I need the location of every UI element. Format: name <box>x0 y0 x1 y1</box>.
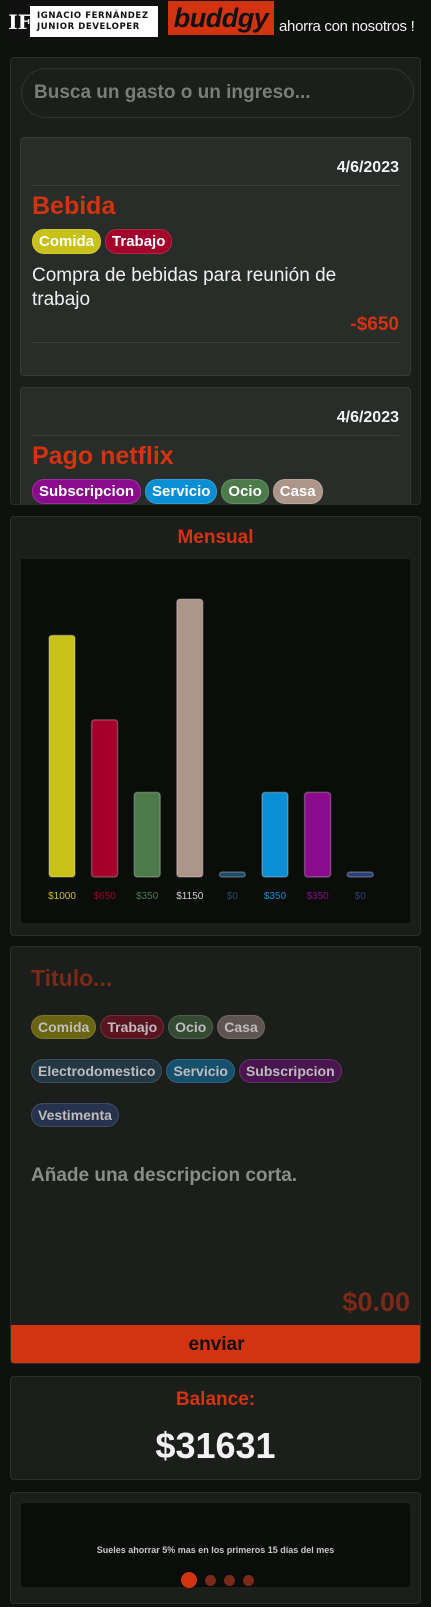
bar-servicio[interactable] <box>261 791 289 878</box>
carousel-dot[interactable] <box>224 1574 235 1586</box>
transaction-tags: Subscripcion Servicio Ocio Casa <box>32 479 399 504</box>
carousel-dot[interactable] <box>205 1574 216 1586</box>
search-placeholder: Busca un gasto o un ingreso... <box>34 82 311 103</box>
bar-value-label: $1000 <box>48 891 76 902</box>
developer-logo[interactable]: IF IGNACIO FERNÁNDEZ JUNIOR DEVELOPER <box>8 6 158 37</box>
bar-value-label: $350 <box>306 891 329 902</box>
logo-mark: IF <box>8 6 32 37</box>
bar-value-label: $0 <box>355 891 367 902</box>
bar-value-label: $1150 <box>176 891 204 902</box>
bar-trabajo[interactable] <box>90 719 119 878</box>
bar-value-label: $350 <box>136 891 159 902</box>
transaction-card[interactable]: 4/6/2023 Pago netflix Subscripcion Servi… <box>20 387 411 504</box>
tag-selector: Comida Trabajo Ocio Casa Electrodomestic… <box>31 1015 401 1147</box>
tag-option-comida[interactable]: Comida <box>31 1015 97 1039</box>
amount-input[interactable]: $0.00 <box>342 1287 410 1318</box>
tag-option-trabajo[interactable]: Trabajo <box>100 1015 165 1039</box>
bar-vestimenta[interactable] <box>346 871 374 878</box>
transaction-date: 4/6/2023 <box>32 388 399 436</box>
transaction-amount: -$650 <box>32 314 399 343</box>
brand-tagline: ahorra con nosotros ! <box>279 18 415 35</box>
transaction-date: 4/6/2023 <box>32 138 399 186</box>
bar-value-label: $350 <box>264 891 287 902</box>
tip-text: Sueles ahorrar 5% mas en los primeros 15… <box>96 1545 335 1555</box>
logo-role: JUNIOR DEVELOPER <box>37 21 140 32</box>
tag-ocio[interactable]: Ocio <box>221 479 269 504</box>
bar-subscripcion[interactable] <box>303 791 332 878</box>
transaction-card[interactable]: 4/6/2023 Bebida Comida Trabajo Compra de… <box>20 137 411 376</box>
balance-value: $31631 <box>155 1425 276 1466</box>
tag-option-servicio[interactable]: Servicio <box>166 1059 235 1083</box>
balance-label: Balance: <box>175 1389 256 1410</box>
tag-row: Comida Trabajo Ocio Casa <box>31 1015 401 1039</box>
tag-casa[interactable]: Casa <box>272 479 323 504</box>
tag-option-ocio[interactable]: Ocio <box>168 1015 214 1039</box>
bar-value-label: $650 <box>93 891 116 902</box>
tip-slide[interactable]: Sueles ahorrar 5% mas en los primeros 15… <box>21 1503 410 1588</box>
search-input[interactable]: Busca un gasto o un ingreso... <box>21 68 414 118</box>
carousel-dots <box>181 1572 254 1588</box>
description-input[interactable]: Añade una descripcion corta. <box>31 1165 297 1187</box>
tag-comida[interactable]: Comida <box>32 229 102 254</box>
tag-option-casa[interactable]: Casa <box>217 1015 265 1039</box>
app-page: IF IGNACIO FERNÁNDEZ JUNIOR DEVELOPER bu… <box>0 0 431 1607</box>
carousel-dot[interactable] <box>243 1574 254 1586</box>
app-header: IF IGNACIO FERNÁNDEZ JUNIOR DEVELOPER bu… <box>0 0 431 48</box>
title-input[interactable]: Titulo... <box>31 965 112 992</box>
tag-row: Electrodomestico Servicio Subscripcion <box>31 1059 401 1083</box>
tag-option-subscripcion[interactable]: Subscripcion <box>238 1059 342 1083</box>
tag-option-vestimenta[interactable]: Vestimenta <box>31 1103 119 1127</box>
brand-logo[interactable]: buddgy <box>168 1 274 35</box>
new-entry-form: Titulo... Comida Trabajo Ocio Casa Elect… <box>10 946 421 1364</box>
transaction-title: Bebida <box>32 192 116 220</box>
bar-electrodomestico[interactable] <box>218 871 247 878</box>
bar-value-label: $0 <box>227 891 239 902</box>
logo-text: IGNACIO FERNÁNDEZ JUNIOR DEVELOPER <box>32 11 149 33</box>
bar-comida[interactable] <box>48 634 76 878</box>
monthly-chart-panel: Mensual $1000 $650 $350 $1150 $0 $350 $350 $0 <box>10 516 421 936</box>
submit-button[interactable]: enviar <box>11 1325 420 1363</box>
chart-title: Mensual <box>177 527 254 548</box>
tag-servicio[interactable]: Servicio <box>145 479 218 504</box>
tag-trabajo[interactable]: Trabajo <box>105 229 173 254</box>
transactions-panel: Busca un gasto o un ingreso... 4/6/2023 … <box>10 57 421 505</box>
tips-carousel: Sueles ahorrar 5% mas en los primeros 15… <box>10 1492 421 1604</box>
transaction-title: Pago netflix <box>32 442 174 470</box>
balance-panel: Balance: $31631 <box>10 1376 421 1480</box>
transaction-description: Compra de bebidas para reunión de trabaj… <box>32 265 337 310</box>
bar-ocio[interactable] <box>133 791 161 878</box>
tag-row: Vestimenta <box>31 1103 401 1127</box>
logo-name: IGNACIO FERNÁNDEZ <box>37 10 149 21</box>
tag-subscripcion[interactable]: Subscripcion <box>32 479 142 504</box>
carousel-dot[interactable] <box>181 1572 197 1588</box>
transaction-tags: Comida Trabajo <box>32 229 399 254</box>
chart-area: $1000 $650 $350 $1150 $0 $350 $350 $0 <box>21 559 410 923</box>
tag-option-electrodomestico[interactable]: Electrodomestico <box>31 1059 163 1083</box>
bar-chart: $1000 $650 $350 $1150 $0 $350 $350 $0 <box>48 598 374 902</box>
bar-casa[interactable] <box>176 598 204 878</box>
